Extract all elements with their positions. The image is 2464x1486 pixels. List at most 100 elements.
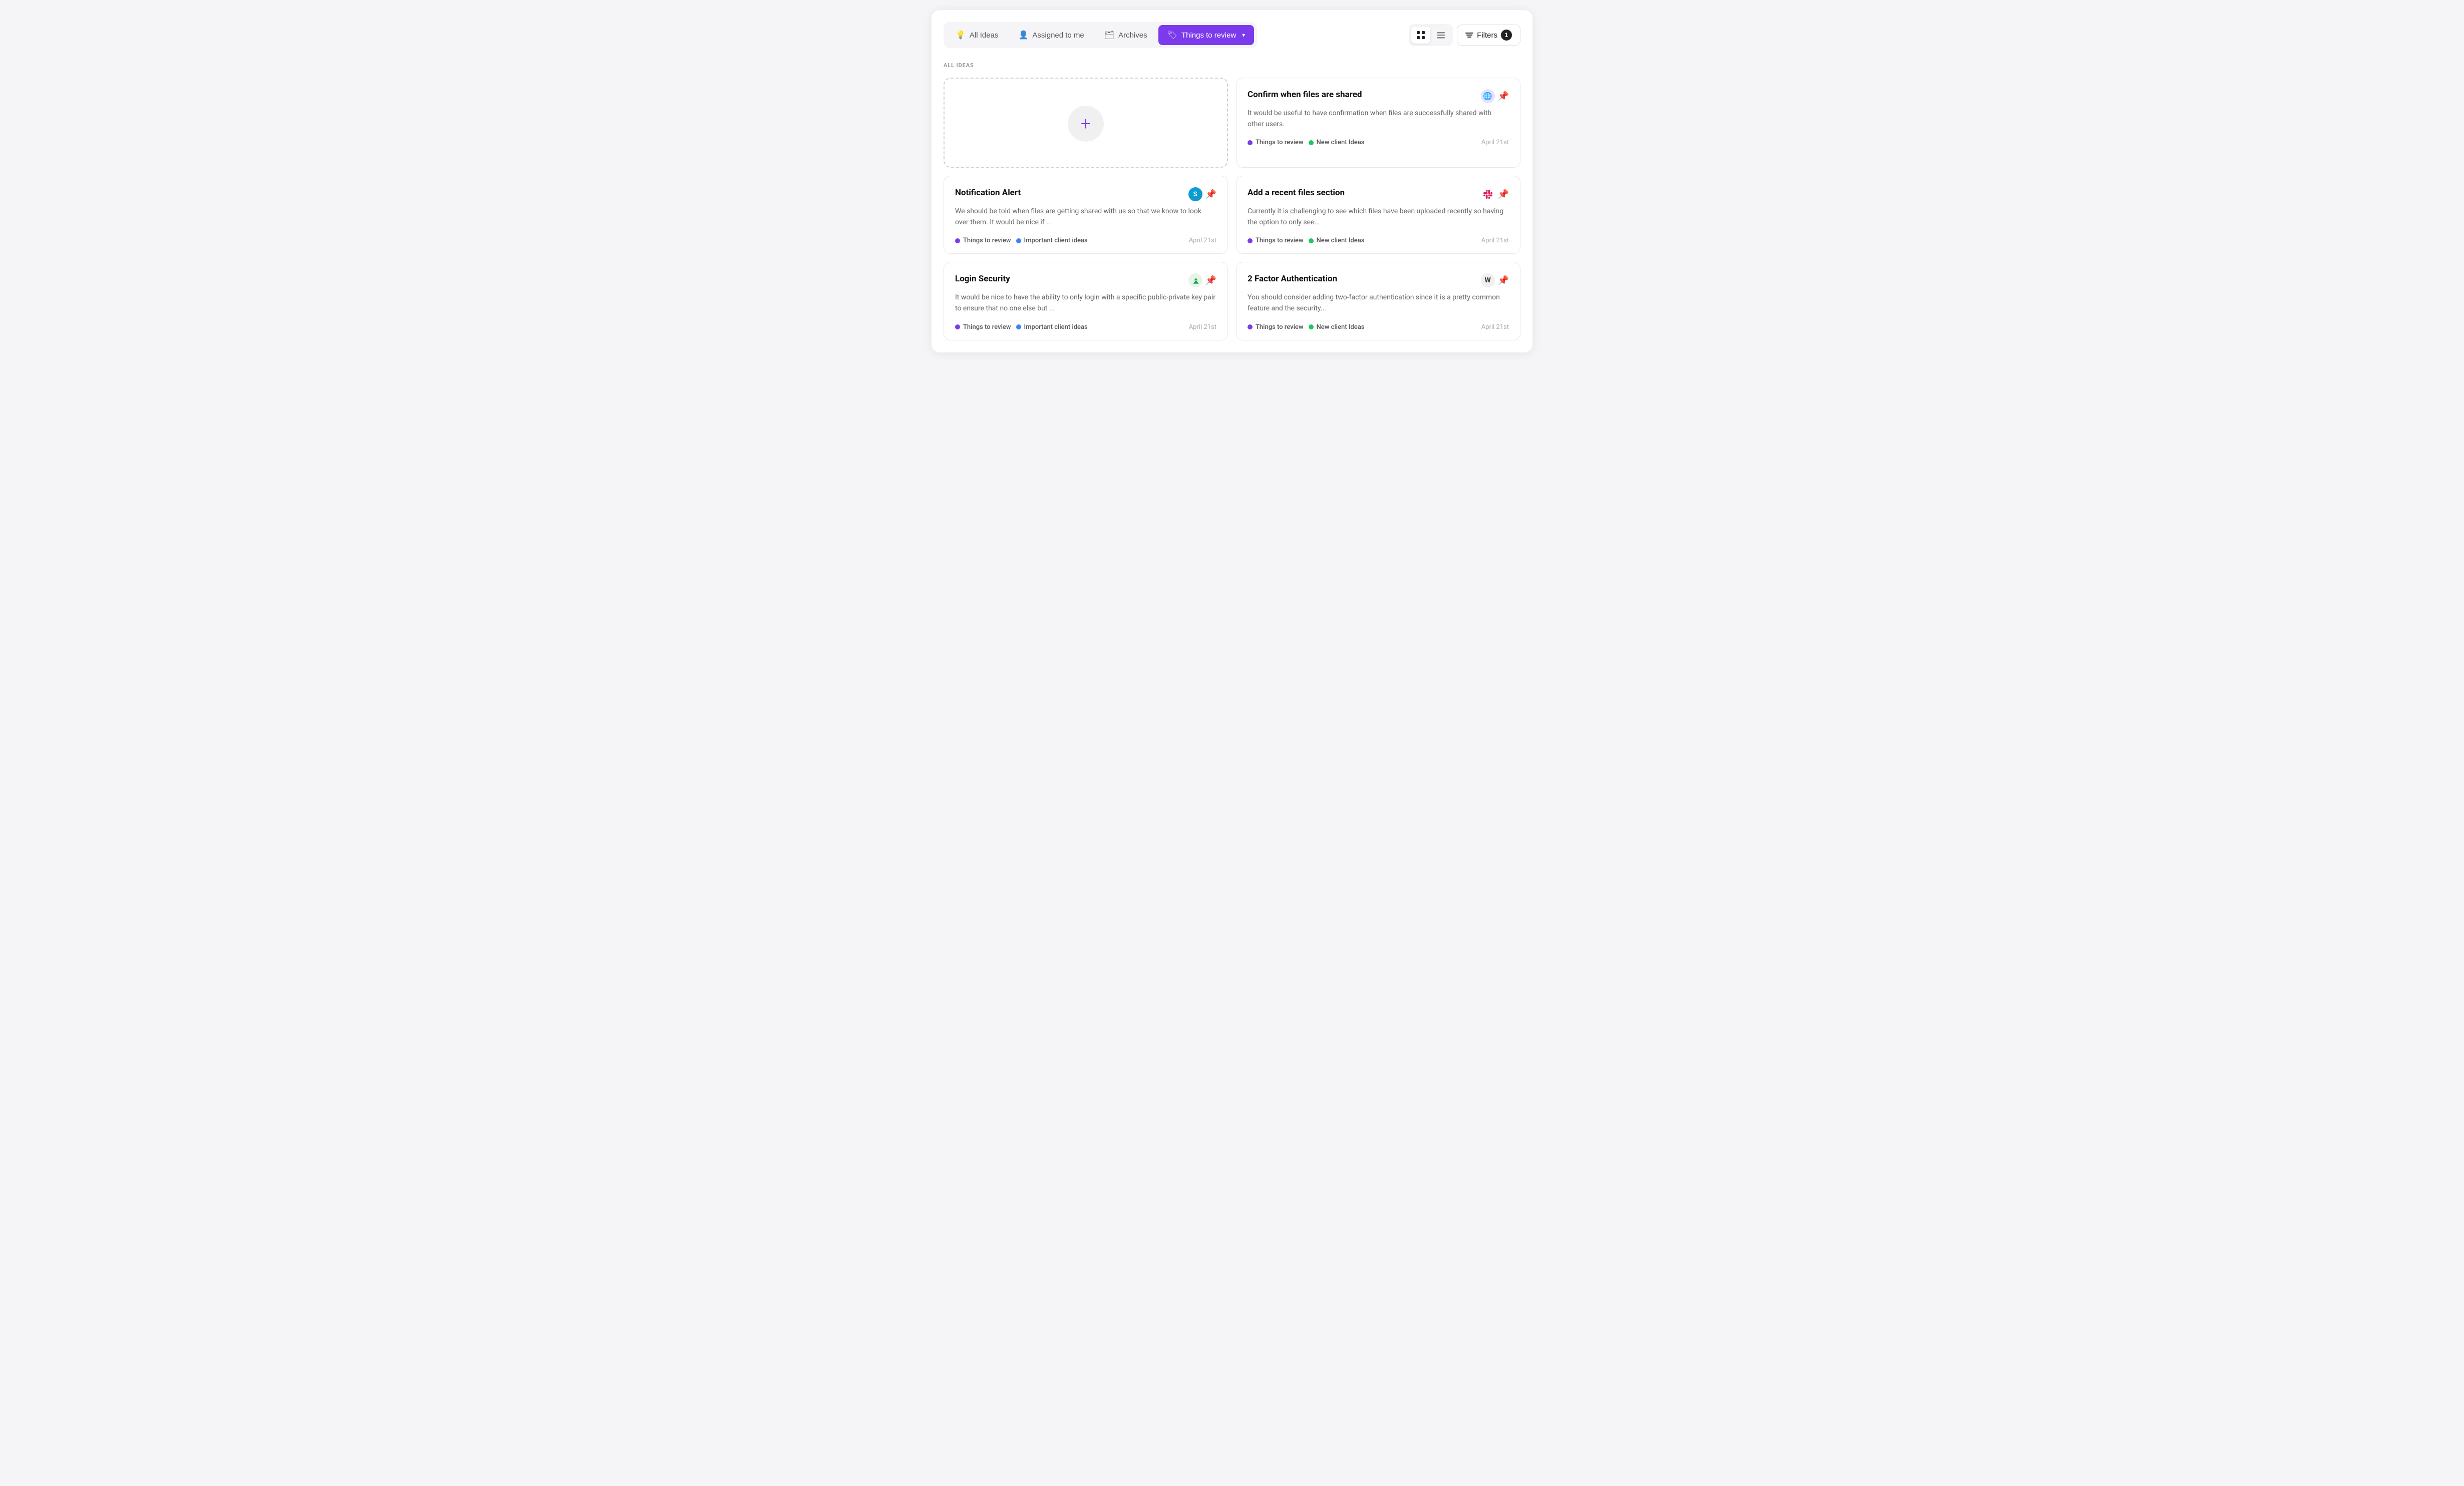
pin-icon: 📌 [1498, 91, 1509, 102]
page-container: 💡 All Ideas 👤 Assigned to me 🗂 Archives … [932, 10, 1532, 352]
tag-new-client-ideas: New client Ideas [1309, 237, 1365, 244]
card-icons: 📌 [1188, 273, 1216, 287]
globe-icon: 🌐 [1481, 89, 1495, 103]
card-date: April 21st [1189, 237, 1216, 244]
tab-things-to-review[interactable]: 🏷 Things to review ▾ [1158, 25, 1255, 45]
pin-icon: 📌 [1205, 189, 1216, 200]
card-icons: 📌 [1481, 187, 1509, 201]
card-icons: 🌐 📌 [1481, 89, 1509, 103]
card-notification-alert[interactable]: Notification Alert S 📌 We should be told… [944, 176, 1228, 254]
card-body: You should consider adding two-factor au… [1248, 292, 1509, 314]
chevron-down-icon: ▾ [1242, 32, 1245, 39]
card-header: Add a recent files section 📌 [1248, 187, 1509, 201]
tag-label: Things to review [963, 323, 1011, 331]
card-footer: Things to review Important client ideas … [955, 323, 1216, 331]
grid-view-button[interactable] [1411, 27, 1430, 44]
tag-dot-blue [1016, 238, 1021, 243]
card-date: April 21st [1481, 139, 1509, 146]
tab-archives[interactable]: 🗂 Archives [1095, 25, 1156, 45]
card-body: It would be nice to have the ability to … [955, 292, 1216, 314]
tag-dot-purple [955, 238, 960, 243]
add-new-card[interactable]: + [944, 78, 1228, 168]
tag-icon: 🏷 [1167, 30, 1177, 40]
tag-things-to-review: Things to review [955, 323, 1011, 331]
card-2fa[interactable]: 2 Factor Authentication W 📌 You should c… [1236, 262, 1520, 340]
card-date: April 21st [1189, 323, 1216, 331]
tag-label: New client Ideas [1317, 237, 1365, 244]
pin-icon: 📌 [1498, 189, 1509, 200]
zendesk-svg [1191, 276, 1199, 284]
salesforce-icon: S [1188, 187, 1202, 201]
card-title: Add a recent files section [1248, 187, 1345, 198]
person-icon: 👤 [1018, 30, 1028, 40]
tag-dot-green [1309, 324, 1314, 329]
view-toggle [1409, 24, 1453, 46]
tag-dot-purple [1248, 324, 1253, 329]
card-title: Login Security [955, 273, 1010, 284]
card-tags: Things to review New client Ideas [1248, 139, 1364, 146]
card-date: April 21st [1481, 237, 1509, 244]
tag-important-client-ideas: Important client ideas [1016, 323, 1088, 331]
tag-things-to-review: Things to review [1248, 323, 1304, 331]
tag-dot-purple [955, 324, 960, 329]
archive-icon: 🗂 [1104, 30, 1114, 40]
add-button[interactable]: + [1068, 106, 1104, 142]
card-date: April 21st [1481, 323, 1509, 331]
filter-icon [1465, 31, 1473, 39]
tag-label: Important client ideas [1024, 237, 1088, 244]
card-title: Confirm when files are shared [1248, 89, 1362, 100]
slack-svg [1483, 190, 1492, 199]
grid-icon [1416, 31, 1425, 40]
card-icons: W 📌 [1481, 273, 1509, 287]
card-tags: Things to review Important client ideas [955, 237, 1088, 244]
pin-icon: 📌 [1205, 275, 1216, 286]
tab-assigned-to-me[interactable]: 👤 Assigned to me [1009, 25, 1093, 45]
tag-things-to-review: Things to review [1248, 237, 1304, 244]
card-title: 2 Factor Authentication [1248, 273, 1337, 284]
card-footer: Things to review New client Ideas April … [1248, 139, 1509, 146]
tab-all-ideas[interactable]: 💡 All Ideas [947, 25, 1007, 45]
tag-label: Things to review [1256, 139, 1304, 146]
tag-label: New client Ideas [1317, 323, 1365, 331]
card-body: Currently it is challenging to see which… [1248, 206, 1509, 228]
card-header: Notification Alert S 📌 [955, 187, 1216, 201]
cards-grid: + Confirm when files are shared 🌐 📌 It w… [944, 78, 1520, 340]
tag-important-client-ideas: Important client ideas [1016, 237, 1088, 244]
card-tags: Things to review New client Ideas [1248, 237, 1364, 244]
filters-label: Filters [1477, 31, 1497, 40]
list-icon [1436, 31, 1445, 40]
tag-things-to-review: Things to review [1248, 139, 1304, 146]
card-login-security[interactable]: Login Security 📌 It would be nice to hav… [944, 262, 1228, 340]
toolbar-right: Filters 1 [1409, 24, 1520, 46]
tab-all-ideas-label: All Ideas [970, 31, 999, 40]
card-header: 2 Factor Authentication W 📌 [1248, 273, 1509, 287]
nav-tabs: 💡 All Ideas 👤 Assigned to me 🗂 Archives … [944, 22, 1257, 48]
zendesk-icon [1188, 273, 1202, 287]
filters-button[interactable]: Filters 1 [1457, 25, 1520, 46]
tag-label: Important client ideas [1024, 323, 1088, 331]
tag-dot-purple [1248, 238, 1253, 243]
tag-new-client-ideas: New client Ideas [1309, 323, 1365, 331]
tag-label: Things to review [1256, 237, 1304, 244]
card-body: It would be useful to have confirmation … [1248, 108, 1509, 130]
tag-dot-purple [1248, 140, 1253, 145]
section-label: ALL IDEAS [944, 62, 1520, 69]
tag-label: Things to review [963, 237, 1011, 244]
card-recent-files[interactable]: Add a recent files section 📌 Currently i… [1236, 176, 1520, 254]
card-confirm-files[interactable]: Confirm when files are shared 🌐 📌 It wou… [1236, 78, 1520, 168]
card-footer: Things to review Important client ideas … [955, 237, 1216, 244]
tag-dot-green [1309, 140, 1314, 145]
tag-dot-green [1309, 238, 1314, 243]
tag-things-to-review: Things to review [955, 237, 1011, 244]
card-footer: Things to review New client Ideas April … [1248, 323, 1509, 331]
notion-icon: W [1481, 273, 1495, 287]
filters-count-badge: 1 [1501, 30, 1512, 41]
card-footer: Things to review New client Ideas April … [1248, 237, 1509, 244]
slack-icon [1481, 187, 1495, 201]
list-view-button[interactable] [1431, 27, 1450, 44]
tag-label: New client Ideas [1317, 139, 1365, 146]
top-bar: 💡 All Ideas 👤 Assigned to me 🗂 Archives … [944, 22, 1520, 48]
card-title: Notification Alert [955, 187, 1021, 198]
tab-review-label: Things to review [1181, 31, 1236, 40]
pin-icon: 📌 [1498, 275, 1509, 286]
